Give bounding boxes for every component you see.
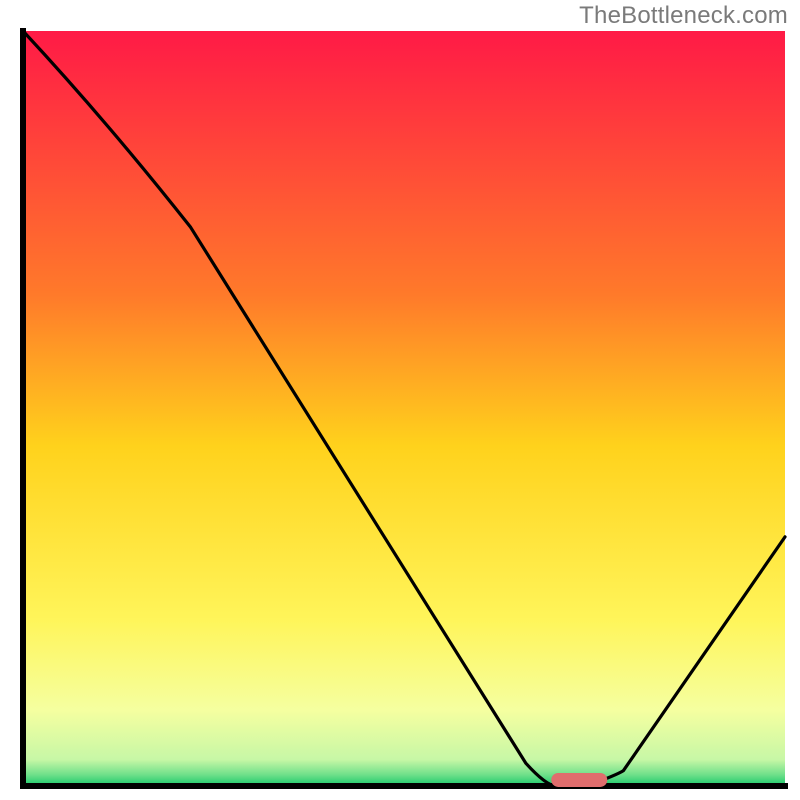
chart-svg [0, 0, 800, 800]
plot-background [23, 31, 785, 786]
sweet-spot-marker [551, 773, 607, 787]
chart-frame: TheBottleneck.com [0, 0, 800, 800]
watermark-text: TheBottleneck.com [579, 2, 788, 30]
